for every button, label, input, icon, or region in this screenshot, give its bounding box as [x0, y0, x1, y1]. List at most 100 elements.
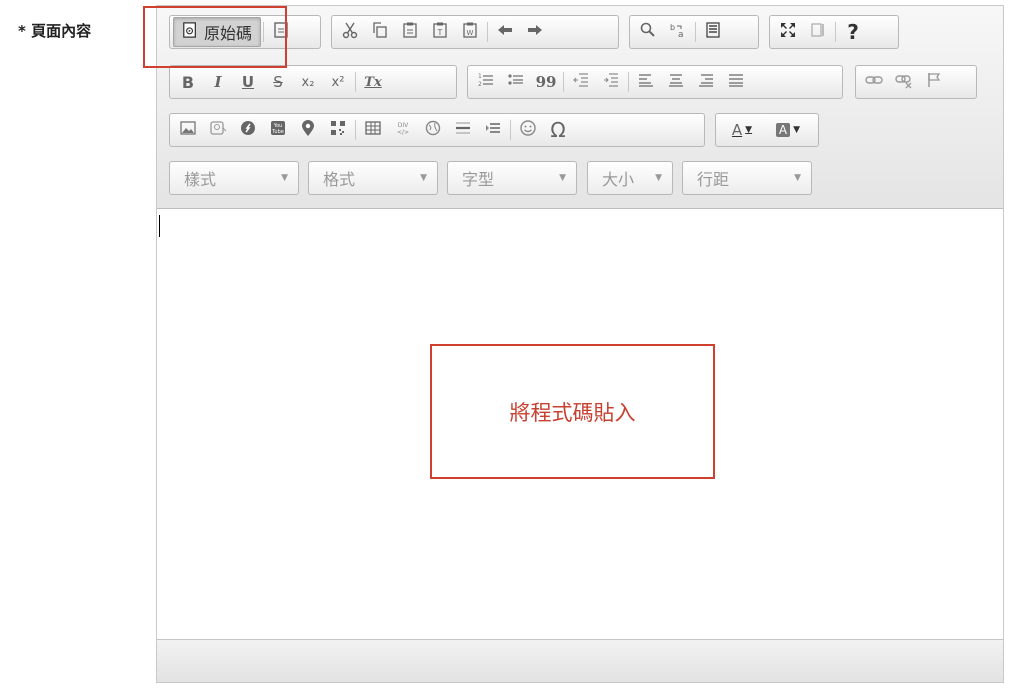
- scissors-icon: [341, 21, 359, 43]
- anchor-button[interactable]: [919, 68, 949, 96]
- svg-text:DIV: DIV: [398, 122, 409, 129]
- justify-button[interactable]: [721, 68, 751, 96]
- styles-combo-label: 樣式: [184, 170, 217, 189]
- copy-button[interactable]: [365, 18, 395, 46]
- flash-button[interactable]: [233, 116, 263, 144]
- paragraph-group: 12 99: [467, 65, 843, 99]
- indent-button[interactable]: [596, 68, 626, 96]
- flash-icon: [239, 119, 257, 141]
- link-button[interactable]: [859, 68, 889, 96]
- image-button[interactable]: [173, 116, 203, 144]
- bg-color-button[interactable]: A ▼: [765, 116, 811, 144]
- paste-button[interactable]: [395, 18, 425, 46]
- styles-combo[interactable]: 樣式 ▼: [169, 161, 299, 195]
- svg-text:b: b: [670, 23, 675, 32]
- separator: [695, 22, 696, 42]
- unlink-icon: [895, 71, 913, 93]
- globe-icon: [424, 119, 442, 141]
- div-button[interactable]: DIV </>: [388, 116, 418, 144]
- align-center-icon: [667, 71, 685, 93]
- chevron-down-icon: ▼: [420, 173, 427, 183]
- table-button[interactable]: [358, 116, 388, 144]
- maximize-button[interactable]: [773, 18, 803, 46]
- map-pin-icon: [299, 119, 317, 141]
- svg-text:W: W: [467, 29, 474, 37]
- map-button[interactable]: [293, 116, 323, 144]
- separator: [355, 72, 356, 92]
- italic-button[interactable]: I: [203, 68, 233, 96]
- align-right-button[interactable]: [691, 68, 721, 96]
- align-center-button[interactable]: [661, 68, 691, 96]
- replace-icon: ba: [669, 21, 687, 43]
- youtube-button[interactable]: You Tube: [263, 116, 293, 144]
- chevron-down-icon: ▼: [559, 173, 566, 183]
- redo-button[interactable]: [520, 18, 550, 46]
- tools-group: ?: [769, 15, 899, 49]
- superscript-button[interactable]: x²: [323, 68, 353, 96]
- align-right-icon: [697, 71, 715, 93]
- link-icon: [865, 71, 883, 93]
- paste-hint-box: 將程式碼貼入: [430, 344, 715, 479]
- underline-button[interactable]: U: [233, 68, 263, 96]
- insert-group: You Tube DIV </> Ω: [169, 113, 705, 147]
- align-left-button[interactable]: [631, 68, 661, 96]
- iframe-button[interactable]: [418, 116, 448, 144]
- cut-button[interactable]: [335, 18, 365, 46]
- chevron-down-icon: ▼: [793, 125, 801, 135]
- bg-color-label: A: [775, 123, 791, 137]
- select-all-icon: [704, 21, 722, 43]
- page-break-icon: [484, 119, 502, 141]
- format-combo-label: 格式: [323, 170, 356, 189]
- paste-word-button[interactable]: W: [455, 18, 485, 46]
- page-break-button[interactable]: [478, 116, 508, 144]
- replace-button[interactable]: ba: [663, 18, 693, 46]
- chevron-down-icon: ▼: [281, 173, 288, 183]
- bold-button[interactable]: B: [173, 68, 203, 96]
- numbered-list-button[interactable]: 12: [471, 68, 501, 96]
- select-all-button[interactable]: [698, 18, 728, 46]
- separator: [510, 120, 511, 140]
- find-button[interactable]: [633, 18, 663, 46]
- justify-icon: [727, 71, 745, 93]
- line-height-combo-label: 行距: [697, 170, 730, 189]
- text-color-label: A: [731, 121, 743, 139]
- youtube-icon: You Tube: [269, 119, 287, 141]
- size-combo[interactable]: 大小 ▼: [587, 161, 673, 195]
- redo-icon: [526, 21, 544, 43]
- subscript-button[interactable]: x₂: [293, 68, 323, 96]
- outdent-button[interactable]: [566, 68, 596, 96]
- bulleted-list-button[interactable]: [501, 68, 531, 96]
- qrcode-icon: [329, 119, 347, 141]
- qrcode-button[interactable]: [323, 116, 353, 144]
- remove-format-button[interactable]: Tx: [358, 68, 388, 96]
- line-height-combo[interactable]: 行距 ▼: [682, 161, 812, 195]
- svg-text:T: T: [437, 28, 443, 37]
- indent-icon: [602, 71, 620, 93]
- align-left-icon: [637, 71, 655, 93]
- strikethrough-button[interactable]: S: [263, 68, 293, 96]
- editing-group: ba: [629, 15, 759, 49]
- svg-text:a: a: [678, 30, 684, 39]
- undo-icon: [496, 21, 514, 43]
- image-gallery-button[interactable]: [203, 116, 233, 144]
- help-button[interactable]: ?: [838, 18, 868, 46]
- smiley-icon: [519, 119, 537, 141]
- text-color-button[interactable]: A ▼: [719, 116, 765, 144]
- format-combo[interactable]: 格式 ▼: [308, 161, 438, 195]
- gallery-icon: [209, 119, 227, 141]
- blockquote-button[interactable]: 99: [531, 68, 561, 96]
- clipboard-group: T W: [331, 15, 619, 49]
- horizontal-line-button[interactable]: [448, 116, 478, 144]
- chevron-down-icon: ▼: [745, 125, 753, 135]
- undo-button[interactable]: [490, 18, 520, 46]
- font-combo[interactable]: 字型 ▼: [447, 161, 577, 195]
- show-blocks-button[interactable]: [803, 18, 833, 46]
- smiley-button[interactable]: [513, 116, 543, 144]
- colors-group: A ▼ A ▼: [715, 113, 819, 147]
- paste-text-button[interactable]: T: [425, 18, 455, 46]
- unlink-button[interactable]: [889, 68, 919, 96]
- separator: [355, 120, 356, 140]
- paste-word-icon: W: [461, 21, 479, 43]
- paste-text-icon: T: [431, 21, 449, 43]
- special-char-button[interactable]: Ω: [543, 116, 573, 144]
